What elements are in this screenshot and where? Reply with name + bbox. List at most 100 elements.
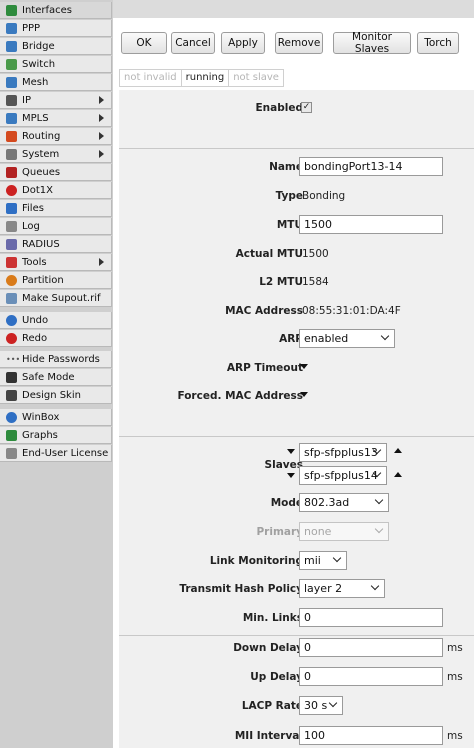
submenu-arrow-icon	[99, 114, 104, 122]
window-top-strip	[113, 0, 474, 18]
sidebar-item-hide-passwords[interactable]: ••• Hide Passwords	[0, 351, 112, 368]
apply-button[interactable]: Apply	[221, 32, 265, 54]
sidebar-item-label: Bridge	[22, 40, 55, 52]
expand-forced-mac-icon[interactable]	[300, 392, 308, 397]
sidebar-item-graphs[interactable]: Graphs	[0, 427, 112, 444]
sidebar-item-label: Graphs	[22, 429, 58, 441]
collapse-slave-2-icon[interactable]	[287, 473, 295, 478]
status-slave: not slave	[233, 72, 279, 83]
sidebar-item-tools[interactable]: Tools	[0, 254, 112, 271]
name-input[interactable]: bondingPort13-14	[299, 157, 443, 176]
sidebar-item-routing[interactable]: Routing	[0, 128, 112, 145]
sidebar-item-ip[interactable]: IP	[0, 92, 112, 109]
sidebar-item-safe-mode[interactable]: Safe Mode	[0, 369, 112, 386]
min-links-input[interactable]: 0	[299, 608, 443, 627]
sidebar-item-mpls[interactable]: MPLS	[0, 110, 112, 127]
l2mtu-label: L2 MTU	[259, 276, 303, 288]
add-slave-icon[interactable]	[394, 472, 402, 477]
lacp-rate-value: 30 s	[304, 699, 328, 712]
collapse-slave-1-icon[interactable]	[287, 449, 295, 454]
status-invalid: not invalid	[120, 70, 182, 86]
dot1x-icon	[6, 184, 17, 196]
up-delay-unit: ms	[447, 671, 463, 683]
remove-button[interactable]: Remove	[275, 32, 323, 54]
lacp-rate-label: LACP Rate	[241, 700, 303, 712]
sidebar-item-label: Log	[22, 220, 40, 232]
arp-select-value: enabled	[304, 332, 349, 345]
sidebar-item-redo[interactable]: Redo	[0, 330, 112, 347]
mode-select[interactable]: 802.3ad	[299, 493, 389, 512]
primary-value: none	[304, 525, 332, 538]
partition-icon	[6, 274, 17, 286]
sidebar-item-label: Undo	[22, 314, 49, 326]
actual-mtu-label: Actual MTU	[235, 248, 303, 260]
type-label: Type	[275, 190, 303, 202]
status-running: running	[182, 70, 230, 86]
slave-2-select[interactable]: sfp-sfpplus14	[299, 466, 387, 485]
sidebar-item-bridge[interactable]: Bridge	[0, 38, 112, 55]
submenu-arrow-icon	[99, 96, 104, 104]
down-delay-input[interactable]: 0	[299, 638, 443, 657]
sidebar-item-label: Mesh	[22, 76, 49, 88]
monitor-slaves-button[interactable]: Monitor Slaves	[333, 31, 411, 55]
sidebar-item-dot1x[interactable]: Dot1X	[0, 182, 112, 199]
sidebar-item-label: Queues	[22, 166, 61, 178]
separator	[119, 436, 474, 437]
transmit-hash-policy-value: layer 2	[304, 582, 343, 595]
l2mtu-value: 1584	[302, 276, 329, 288]
link-monitoring-select[interactable]: mii	[299, 551, 347, 570]
mii-interval-label: MII Interval	[234, 730, 303, 742]
primary-label: Primary	[256, 526, 303, 538]
slave-1-select[interactable]: sfp-sfpplus13	[299, 443, 387, 462]
sidebar-item-label: Dot1X	[22, 184, 53, 196]
sidebar-item-make-supout[interactable]: Make Supout.rif	[0, 290, 112, 307]
mtu-input[interactable]: 1500	[299, 215, 443, 234]
sidebar-item-mesh[interactable]: Mesh	[0, 74, 112, 91]
enabled-checkbox[interactable]: ✓	[301, 102, 312, 113]
sidebar-item-label: RADIUS	[22, 238, 60, 250]
sidebar-item-log[interactable]: Log	[0, 218, 112, 235]
mii-interval-input[interactable]: 100	[299, 726, 443, 745]
add-slave-icon[interactable]	[394, 448, 402, 453]
status-bar: not invalid running not slave	[119, 69, 284, 87]
winbox-icon	[6, 411, 17, 423]
mpls-icon	[6, 112, 17, 124]
down-delay-label: Down Delay	[233, 642, 303, 654]
sidebar-item-switch[interactable]: Switch	[0, 56, 112, 73]
sidebar-item-partition[interactable]: Partition	[0, 272, 112, 289]
design-skin-icon	[6, 389, 17, 401]
sidebar-item-radius[interactable]: RADIUS	[0, 236, 112, 253]
actual-mtu-value: 1500	[302, 248, 329, 260]
sidebar-item-files[interactable]: Files	[0, 200, 112, 217]
sidebar-item-system[interactable]: System	[0, 146, 112, 163]
primary-select: none	[299, 522, 389, 541]
supout-icon	[6, 292, 17, 304]
transmit-hash-policy-select[interactable]: layer 2	[299, 579, 385, 598]
mac-address-label: MAC Address	[225, 305, 303, 317]
sidebar-item-queues[interactable]: Queues	[0, 164, 112, 181]
sidebar-item-ppp[interactable]: PPP	[0, 20, 112, 37]
slave-1-value: sfp-sfpplus13	[304, 446, 378, 459]
sidebar-item-end-user-license[interactable]: End-User License	[0, 445, 112, 462]
sidebar-item-undo[interactable]: Undo	[0, 312, 112, 329]
link-monitoring-value: mii	[304, 554, 321, 567]
torch-button[interactable]: Torch	[417, 32, 459, 54]
arp-select[interactable]: enabled	[299, 329, 395, 348]
sidebar-item-interfaces[interactable]: Interfaces	[0, 2, 112, 19]
enabled-label: Enabled	[255, 102, 304, 114]
expand-arp-timeout-icon[interactable]	[300, 364, 308, 369]
mii-interval-unit: ms	[447, 730, 463, 742]
sidebar-item-design-skin[interactable]: Design Skin	[0, 387, 112, 404]
cancel-button[interactable]: Cancel	[171, 32, 215, 54]
mesh-icon	[6, 76, 17, 88]
sidebar-item-label: IP	[22, 94, 31, 106]
ok-button[interactable]: OK	[121, 32, 167, 54]
graphs-icon	[6, 429, 17, 441]
up-delay-input[interactable]: 0	[299, 667, 443, 686]
sidebar-item-winbox[interactable]: WinBox	[0, 409, 112, 426]
sidebar-item-label: WinBox	[22, 411, 60, 423]
ip-icon	[6, 94, 17, 106]
sidebar-item-label: Routing	[22, 130, 61, 142]
bridge-icon	[6, 40, 17, 52]
lacp-rate-select[interactable]: 30 s	[299, 696, 343, 715]
